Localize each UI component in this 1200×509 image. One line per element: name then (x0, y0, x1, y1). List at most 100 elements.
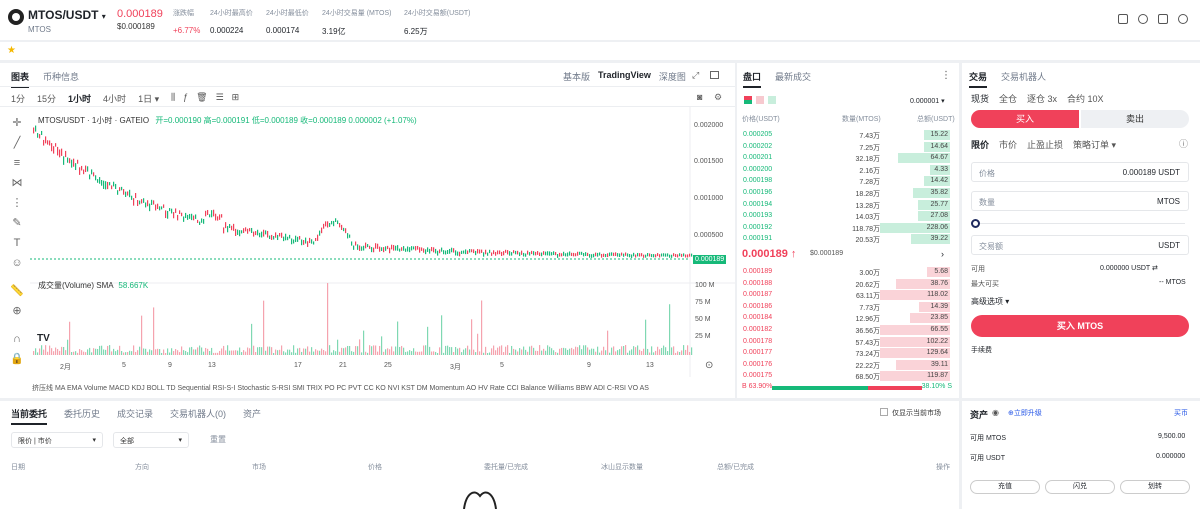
chevron-right-icon[interactable]: › (941, 249, 944, 259)
tab-trade-bot[interactable]: 交易机器人 (1001, 70, 1046, 88)
order-strategy[interactable]: 策略订单 ▾ (1073, 138, 1116, 151)
tab-open-orders[interactable]: 当前委托 (11, 407, 48, 425)
tab-trade-history[interactable]: 成交记录 (117, 407, 153, 425)
bid-row[interactable]: 0.000191 20.53万 39.22 (740, 233, 950, 245)
text-tool-icon[interactable]: T (10, 236, 24, 250)
percent-slider[interactable] (975, 223, 1185, 224)
compass-icon[interactable] (1138, 14, 1148, 24)
fib-icon[interactable]: ⋮ (10, 196, 24, 210)
amount-field[interactable]: 交易额 USDT (971, 235, 1189, 255)
indicator-icon[interactable]: ƒ (183, 92, 188, 103)
bid-row[interactable]: 0.000194 13.28万 25.77 (740, 199, 950, 211)
ask-row[interactable]: 0.000187 63.11万 118.02 (740, 289, 950, 301)
eye-icon[interactable]: ◉ (992, 408, 999, 417)
asks-only-icon[interactable] (756, 96, 764, 104)
view-depth[interactable]: 深度图 (659, 70, 686, 83)
ask-row[interactable]: 0.000175 68.50万 119.87 (740, 370, 950, 382)
ask-row[interactable]: 0.000182 36.56万 66.55 (740, 324, 950, 336)
slider-handle[interactable] (971, 219, 980, 228)
tab-recent-trades[interactable]: 最新成交 (775, 70, 811, 88)
sell-tab-button[interactable]: 卖出 (1081, 110, 1189, 128)
horizontal-lines-icon[interactable]: ≡ (10, 156, 24, 170)
tab-assets[interactable]: 资产 (243, 407, 261, 425)
order-limit[interactable]: 限价 (971, 138, 989, 151)
star-icon[interactable]: ★ (7, 45, 16, 56)
transfer-button[interactable]: 划转 (1120, 480, 1190, 494)
mode-cross[interactable]: 全仓 (999, 92, 1017, 105)
bid-row[interactable]: 0.000192 118.78万 228.06 (740, 222, 950, 234)
reset-button[interactable]: 重置 (210, 434, 226, 445)
help-icon[interactable]: ⓘ (1179, 137, 1188, 150)
ask-row[interactable]: 0.000189 3.00万 5.68 (740, 266, 950, 278)
buy-crypto-link[interactable]: 买币 (1174, 408, 1188, 418)
order-stop[interactable]: 止盈止损 (1027, 138, 1063, 151)
bid-row[interactable]: 0.000193 14.03万 27.08 (740, 210, 950, 222)
calculator-icon[interactable] (1118, 14, 1128, 24)
alert-icon[interactable] (1158, 14, 1168, 24)
bid-row[interactable]: 0.000200 2.16万 4.33 (740, 164, 950, 176)
interval-1h[interactable]: 1小时 (68, 92, 91, 105)
mode-isolated[interactable]: 逐仓 3x (1027, 92, 1057, 105)
bids-only-icon[interactable] (768, 96, 776, 104)
ask-row[interactable]: 0.000186 7.73万 14.39 (740, 301, 950, 313)
tab-order-history[interactable]: 委托历史 (64, 407, 100, 425)
bid-row[interactable]: 0.000198 7.28万 14.42 (740, 175, 950, 187)
ask-row[interactable]: 0.000178 57.43万 102.22 (740, 336, 950, 348)
bid-row[interactable]: 0.000201 32.18万 64.67 (740, 152, 950, 164)
price-chart[interactable] (30, 107, 735, 377)
precision-select[interactable]: 0.000001 ▾ (910, 97, 945, 105)
settings-icon[interactable] (1178, 14, 1188, 24)
list-icon[interactable]: ☰ (216, 92, 224, 103)
deposit-button[interactable]: 充值 (970, 480, 1040, 494)
delete-icon[interactable]: 🗑 (196, 92, 207, 103)
candle-type-icon[interactable]: ⫼ (171, 92, 175, 103)
brush-icon[interactable]: ✎ (10, 216, 24, 230)
magnet-icon[interactable]: ∩ (10, 332, 24, 346)
advanced-options[interactable]: 高级选项 ▾ (971, 296, 1009, 307)
order-market[interactable]: 市价 (999, 138, 1017, 151)
view-basic[interactable]: 基本版 (563, 70, 590, 83)
window-icon[interactable] (710, 71, 719, 79)
interval-15m[interactable]: 15分 (37, 92, 56, 105)
price-field[interactable]: 价格 0.000189 USDT (971, 162, 1189, 182)
tab-bots[interactable]: 交易机器人(0) (170, 407, 226, 425)
checkbox[interactable] (880, 408, 888, 416)
view-tradingview[interactable]: TradingView (598, 70, 651, 83)
emoji-icon[interactable]: ☺ (10, 256, 24, 270)
quantity-field[interactable]: 数量 MTOS (971, 191, 1189, 211)
pair-selector[interactable]: MTOS/USDT ▾ (28, 8, 106, 22)
camera-icon[interactable]: ◙ (697, 92, 702, 102)
swap-button[interactable]: 闪兑 (1045, 480, 1115, 494)
type-filter[interactable]: 限价 | 市价 ▾ (11, 432, 103, 448)
fullscreen-icon[interactable]: ⤢ (692, 70, 699, 81)
mode-spot[interactable]: 现货 (971, 92, 989, 105)
ask-row[interactable]: 0.000184 12.96万 23.85 (740, 312, 950, 324)
buy-submit-button[interactable]: 买入 MTOS (971, 315, 1189, 337)
trendline-icon[interactable]: ╱ (10, 136, 24, 150)
ask-row[interactable]: 0.000176 22.22万 39.11 (740, 359, 950, 371)
indicator-bar[interactable]: 挤压线 MA EMA Volume MACD KDJ BOLL TD Seque… (32, 383, 682, 393)
ask-row[interactable]: 0.000177 73.24万 129.64 (740, 347, 950, 359)
bid-row[interactable]: 0.000202 7.25万 14.64 (740, 141, 950, 153)
bid-row[interactable]: 0.000205 7.43万 15.22 (740, 129, 950, 141)
ask-row[interactable]: 0.000188 20.62万 38.76 (740, 278, 950, 290)
ruler-icon[interactable]: 📏 (10, 284, 24, 298)
fee-link[interactable]: 手续费 (971, 345, 992, 355)
reset-chart-icon[interactable]: ⊙ (705, 360, 713, 371)
layout-icon[interactable]: ⊞ (232, 92, 240, 103)
both-sides-icon[interactable] (744, 96, 752, 104)
pitchfork-icon[interactable]: ⋈ (10, 176, 24, 190)
settings-gear-icon[interactable]: ⚙ (714, 92, 722, 103)
lock-icon[interactable]: 🔒 (10, 352, 24, 366)
interval-4h[interactable]: 4小时 (103, 92, 126, 105)
bid-row[interactable]: 0.000196 18.28万 35.82 (740, 187, 950, 199)
tab-trade[interactable]: 交易 (969, 70, 988, 88)
mode-futures[interactable]: 合约 10X (1067, 92, 1104, 105)
upgrade-link[interactable]: ⊕立即升级 (1008, 408, 1042, 418)
tab-orderbook[interactable]: 盘口 (743, 70, 762, 88)
zoom-icon[interactable]: ⊕ (10, 304, 24, 318)
buy-tab-button[interactable]: 买入 (971, 110, 1079, 128)
interval-1m[interactable]: 1分 (11, 92, 25, 105)
interval-1d[interactable]: 1日 ▾ (138, 92, 159, 105)
side-filter[interactable]: 全部 ▾ (113, 432, 189, 448)
